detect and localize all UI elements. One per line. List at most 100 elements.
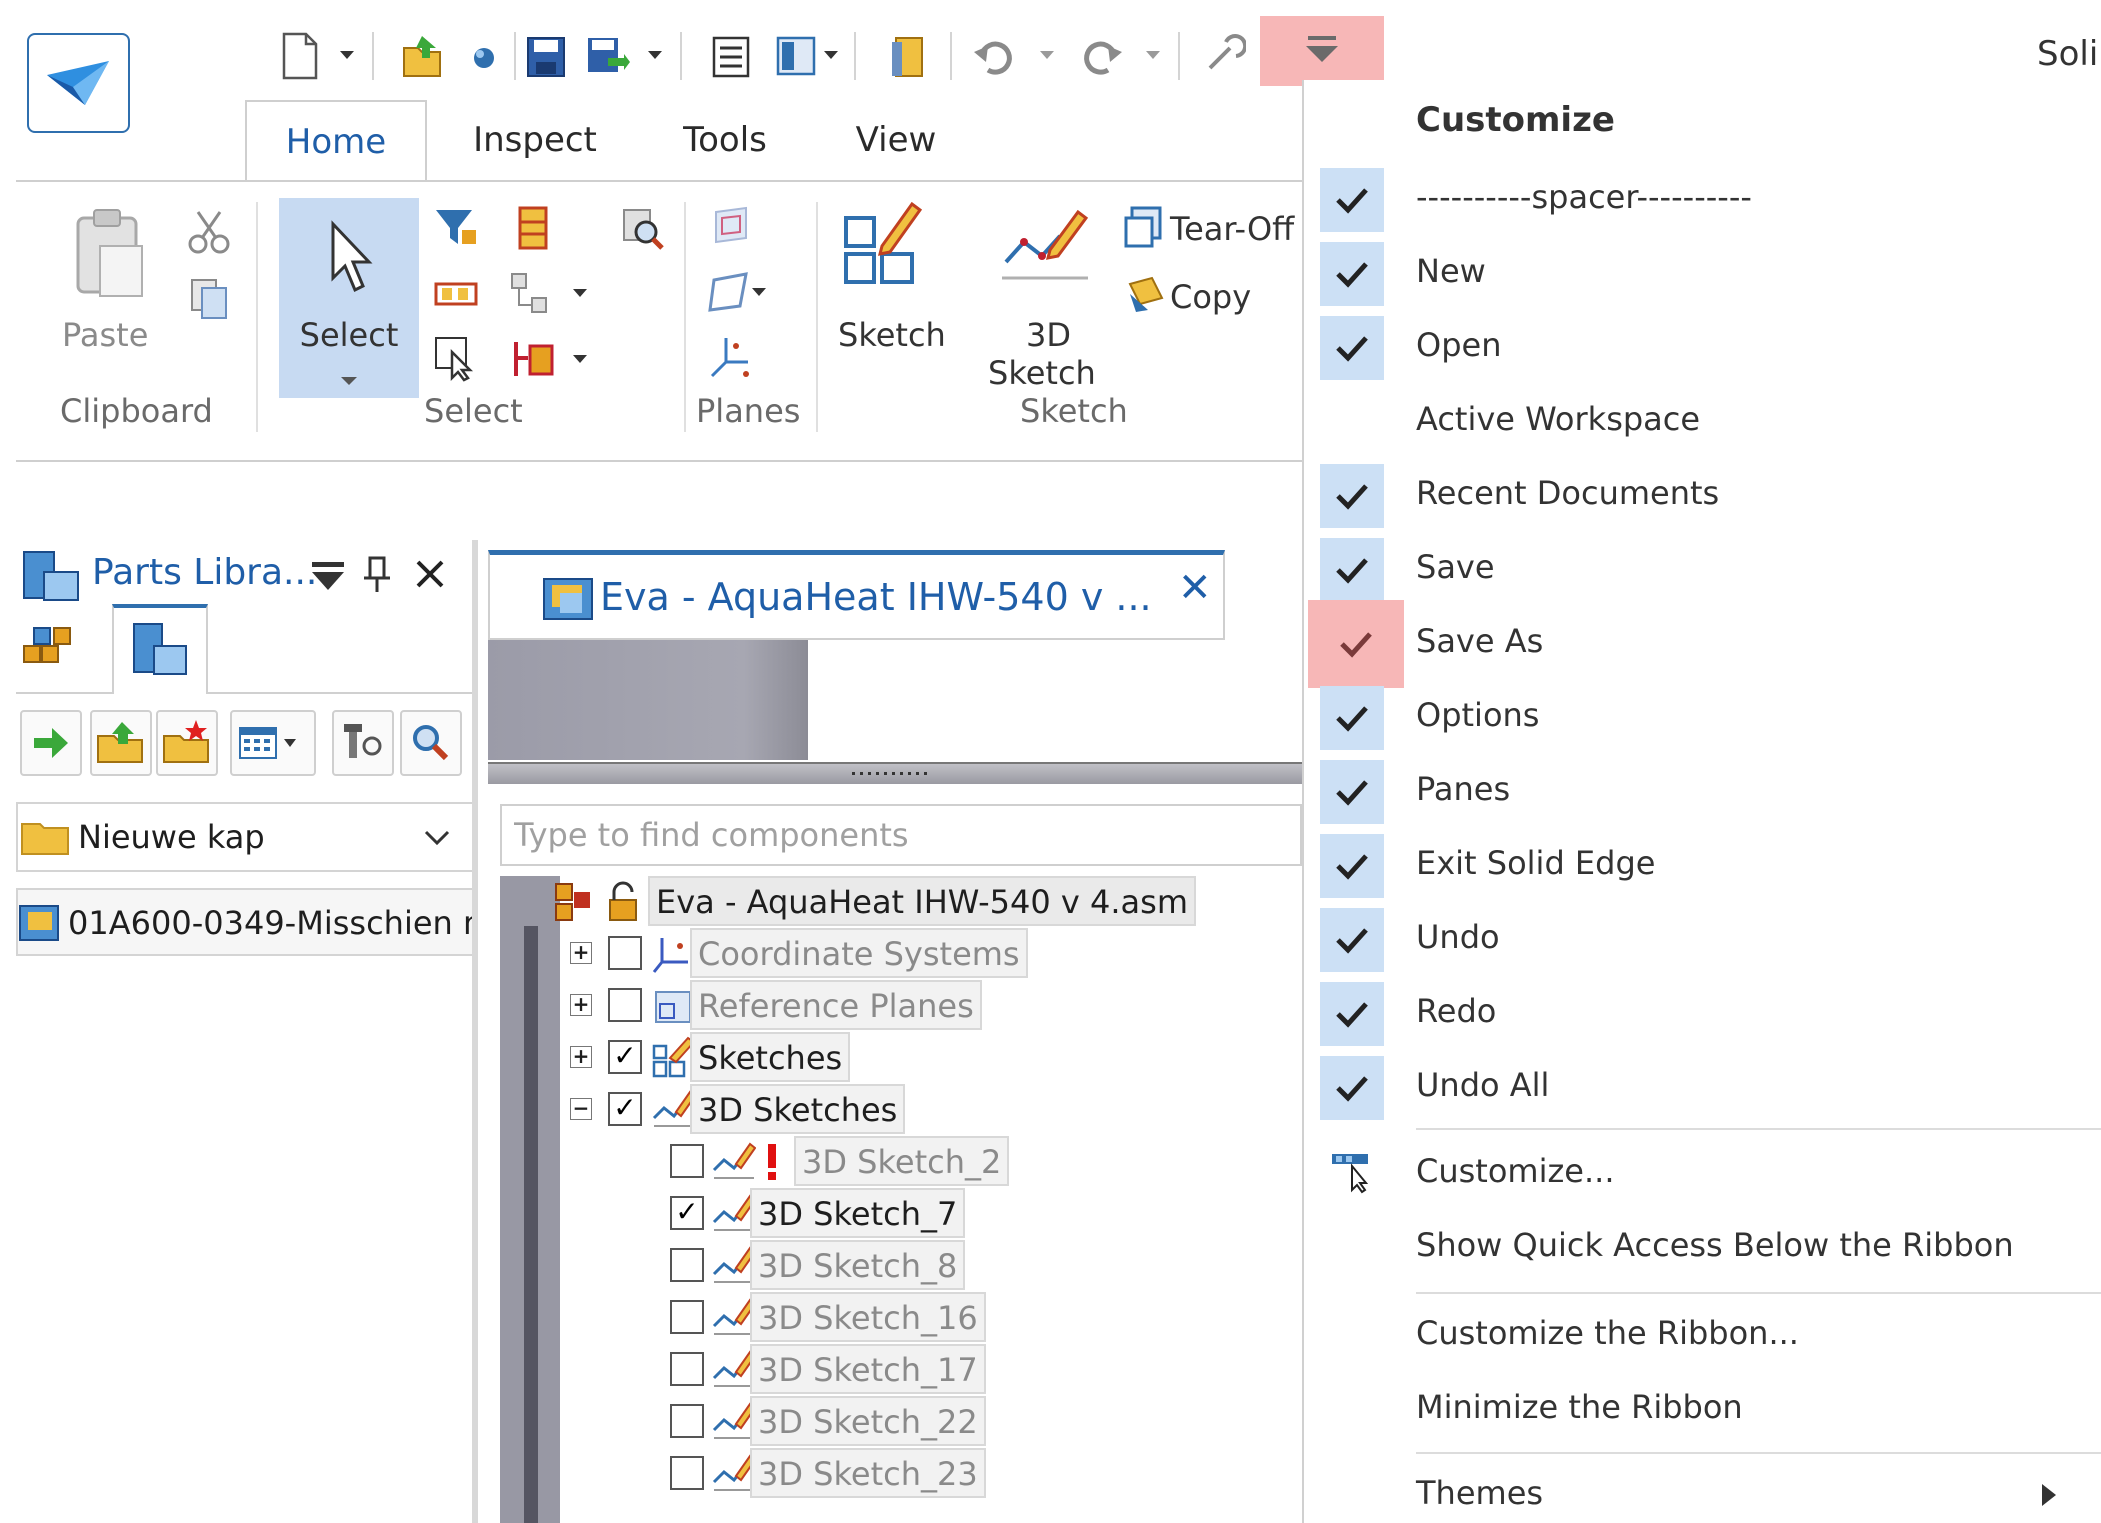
visibility-checkbox[interactable]: ✓ <box>670 1196 704 1230</box>
tab-home[interactable]: Home <box>245 100 427 180</box>
exit-door-icon[interactable] <box>886 28 932 84</box>
menu-item-undo[interactable]: Undo <box>1304 902 2101 976</box>
menu-item-recent-documents[interactable]: Recent Documents <box>1304 458 2101 532</box>
menu-item-save[interactable]: Save <box>1304 532 2101 606</box>
menu-item-undo-all[interactable]: Undo All <box>1304 1050 2101 1124</box>
visibility-checkbox[interactable] <box>670 1352 704 1386</box>
paste-icon[interactable] <box>64 202 154 312</box>
collapse-icon[interactable]: − <box>570 1098 592 1120</box>
paste-button-label[interactable]: Paste <box>62 316 148 354</box>
new-folder-button[interactable] <box>156 710 218 776</box>
save-as-icon[interactable] <box>584 28 630 84</box>
visibility-checkbox[interactable]: ✓ <box>608 1040 642 1074</box>
visibility-checkbox[interactable]: ✓ <box>608 1092 642 1126</box>
document-tab[interactable]: Eva - AquaHeat IHW-540 v ... ✕ <box>488 550 1225 640</box>
tree-row[interactable]: + ✓ Sketches <box>548 1032 1302 1084</box>
visibility-checkbox[interactable] <box>670 1300 704 1334</box>
tree-row[interactable]: 3D Sketch_16 <box>608 1292 1302 1344</box>
tree-row[interactable]: 3D Sketch_17 <box>608 1344 1302 1396</box>
3d-sketch-icon[interactable] <box>998 206 1094 290</box>
menu-item-new[interactable]: New <box>1304 236 2101 310</box>
tab-inspect[interactable]: Inspect <box>455 100 615 180</box>
menu-item-exit-solid-edge[interactable]: Exit Solid Edge <box>1304 828 2101 902</box>
menu-item-active-workspace[interactable]: Active Workspace <box>1304 384 2101 458</box>
tree-row[interactable]: 3D Sketch_23 <box>608 1448 1302 1500</box>
select-tools-icon[interactable] <box>432 334 480 382</box>
assembly-pathfinder-tab-icon[interactable] <box>20 618 80 678</box>
zoom-inspect-icon[interactable] <box>618 204 666 252</box>
tree-row[interactable]: 3D Sketch_22 <box>608 1396 1302 1448</box>
visibility-checkbox[interactable] <box>670 1144 704 1178</box>
redo-icon[interactable] <box>1080 28 1126 84</box>
copy-sketch-icon[interactable] <box>1122 270 1172 320</box>
expand-icon[interactable]: + <box>570 994 592 1016</box>
fastener-button[interactable] <box>332 710 394 776</box>
angled-plane-icon[interactable] <box>706 266 770 316</box>
up-folder-button[interactable] <box>90 710 152 776</box>
coincident-plane-icon[interactable] <box>706 202 756 248</box>
viewport-splitter[interactable] <box>488 762 1302 784</box>
copy-button-label[interactable]: Copy <box>1170 278 1251 316</box>
visibility-checkbox[interactable] <box>670 1404 704 1438</box>
open-document-icon[interactable] <box>400 28 446 84</box>
tree-row[interactable]: ✓ 3D Sketch_7 <box>608 1188 1302 1240</box>
folder-select[interactable]: Nieuwe kap <box>16 802 476 872</box>
visibility-checkbox[interactable] <box>608 988 642 1022</box>
menu-item-customize[interactable]: Customize... <box>1304 1136 2101 1210</box>
cut-scissors-icon[interactable] <box>184 206 234 256</box>
view-mode-button[interactable] <box>230 710 316 776</box>
menu-item-show-below-ribbon[interactable]: Show Quick Access Below the Ribbon <box>1304 1210 2101 1284</box>
pin-icon[interactable] <box>360 554 394 594</box>
customize-quick-access-button[interactable] <box>1260 16 1384 86</box>
undo-all-icon[interactable] <box>1200 28 1246 84</box>
sketch-icon[interactable] <box>834 198 926 298</box>
expand-icon[interactable]: + <box>570 1046 592 1068</box>
visibility-checkbox[interactable] <box>670 1248 704 1282</box>
chevron-down-icon[interactable] <box>570 286 590 300</box>
visibility-checkbox[interactable] <box>670 1456 704 1490</box>
properties-icon[interactable] <box>708 28 754 84</box>
menu-item-customize-ribbon[interactable]: Customize the Ribbon... <box>1304 1298 2101 1372</box>
pane-splitter[interactable] <box>472 540 478 1523</box>
chevron-down-icon[interactable] <box>646 48 664 62</box>
group-select-icon[interactable] <box>432 270 480 318</box>
search-button[interactable] <box>400 710 462 776</box>
pane-options-icon[interactable] <box>308 558 348 594</box>
tear-off-button-label[interactable]: Tear-Off <box>1170 210 1294 248</box>
active-workspace-icon[interactable] <box>460 28 506 84</box>
copy-clipboard-icon[interactable] <box>184 274 234 324</box>
sketch-relations-icon[interactable] <box>510 334 558 382</box>
tab-tools[interactable]: Tools <box>655 100 795 180</box>
panes-icon[interactable] <box>774 28 820 84</box>
tree-row[interactable]: 3D Sketch_8 <box>608 1240 1302 1292</box>
3d-sketch-label-line1[interactable]: 3D <box>1026 316 1071 354</box>
menu-item-options[interactable]: Options <box>1304 680 2101 754</box>
menu-item-panes[interactable]: Panes <box>1304 754 2101 828</box>
tree-row[interactable]: − ✓ 3D Sketches <box>548 1084 1302 1136</box>
menu-item-open[interactable]: Open <box>1304 310 2101 384</box>
tree-row[interactable]: + Coordinate Systems <box>548 928 1302 980</box>
chevron-down-icon[interactable] <box>570 352 590 366</box>
expand-icon[interactable]: + <box>570 942 592 964</box>
chevron-down-icon[interactable] <box>338 48 356 62</box>
new-document-icon[interactable] <box>276 28 322 84</box>
save-icon[interactable] <box>522 28 568 84</box>
close-icon[interactable] <box>412 556 448 592</box>
graphics-viewport[interactable] <box>488 640 1302 760</box>
visibility-checkbox[interactable] <box>608 936 642 970</box>
tab-parts-library[interactable] <box>112 604 208 694</box>
menu-item-minimize-ribbon[interactable]: Minimize the Ribbon <box>1304 1372 2101 1446</box>
menu-item-themes[interactable]: Themes <box>1304 1458 2101 1523</box>
undo-icon[interactable] <box>970 28 1016 84</box>
select-button[interactable]: Select <box>279 198 419 398</box>
tree-row[interactable]: 3D Sketch_2 <box>608 1136 1302 1188</box>
coordinate-system-icon[interactable] <box>706 332 756 382</box>
chevron-down-icon[interactable] <box>1038 48 1056 62</box>
find-components-input[interactable] <box>500 804 1302 866</box>
filter-icon[interactable] <box>432 204 480 252</box>
chevron-down-icon[interactable] <box>822 48 840 62</box>
navigate-forward-button[interactable] <box>20 710 82 776</box>
menu-item-spacer[interactable]: ----------spacer---------- <box>1304 162 2101 236</box>
chevron-down-icon[interactable] <box>1144 48 1162 62</box>
list-item[interactable]: 01A600-0349-Misschien ni <box>16 888 474 956</box>
